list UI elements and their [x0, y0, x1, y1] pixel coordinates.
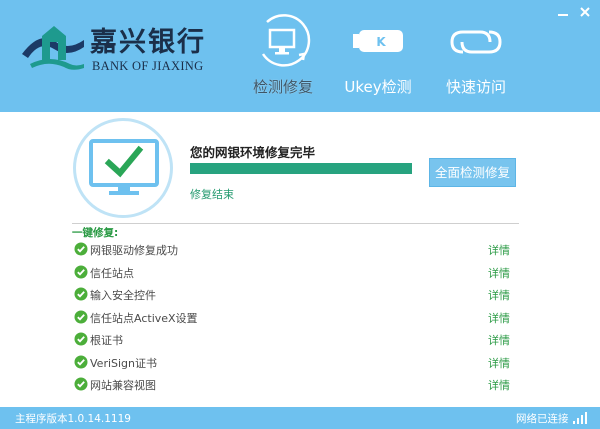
repair-item: 信任站点 详情: [72, 262, 520, 284]
signal-icon: [573, 412, 587, 424]
repair-item: 根证书 详情: [72, 329, 520, 351]
nav-ukey-detect[interactable]: K Ukey检测: [338, 14, 418, 104]
version-text: 主程序版本1.0.14.1119: [15, 413, 131, 425]
repair-item-detail-link[interactable]: 详情: [488, 332, 510, 348]
check-circle-icon: [74, 355, 88, 368]
repair-item: 信任站点ActiveX设置 详情: [72, 307, 520, 329]
repair-item-label: VeriSign证书: [90, 356, 158, 370]
repair-item-detail-link[interactable]: 详情: [488, 242, 510, 258]
svg-text:K: K: [376, 35, 386, 49]
status-title: 您的网银环境修复完毕: [190, 145, 316, 160]
nav-ukey-detect-label: Ukey检测: [344, 78, 412, 96]
bank-name-cn: 嘉兴银行: [90, 27, 206, 58]
repair-item-label: 信任站点: [90, 266, 134, 280]
monitor-refresh-icon: [261, 14, 311, 67]
check-circle-icon: [74, 332, 88, 346]
bank-name-en: BANK OF JIAXING: [92, 59, 204, 73]
repair-section-title: 一键修复:: [72, 227, 119, 239]
repair-item-label: 根证书: [90, 334, 123, 347]
repair-item-label: 网银驱动修复成功: [90, 244, 178, 257]
nav-quick-access-label: 快速访问: [445, 78, 506, 96]
monitor-check-icon: [89, 139, 159, 195]
status-subtitle: 修复结束: [190, 188, 234, 201]
repair-item-label: 信任站点ActiveX设置: [90, 311, 198, 325]
repair-item: 输入安全控件 详情: [72, 284, 520, 306]
repair-item-detail-link[interactable]: 详情: [488, 310, 510, 326]
repair-item: 网站兼容视图 详情: [72, 374, 520, 396]
status-footer: 主程序版本1.0.14.1119 网络已连接: [0, 407, 600, 429]
full-detect-repair-button[interactable]: 全面检测修复: [429, 158, 516, 187]
brand: 嘉兴银行 BANK OF JIAXING: [20, 20, 220, 80]
repair-item-detail-link[interactable]: 详情: [488, 377, 510, 393]
check-circle-icon: [74, 242, 88, 256]
ukey-icon: K: [353, 30, 403, 52]
repair-item-detail-link[interactable]: 详情: [488, 287, 510, 303]
repair-item-label: 输入安全控件: [90, 289, 156, 302]
nav-detect-repair[interactable]: 检测修复: [243, 14, 323, 104]
nav-quick-access[interactable]: 快速访问: [436, 14, 516, 104]
repair-progress-bar: [190, 163, 412, 174]
section-divider: [72, 223, 519, 224]
bank-logo-icon: [22, 26, 84, 70]
repair-item-detail-link[interactable]: 详情: [488, 355, 510, 371]
link-icon: [450, 30, 502, 54]
nav-detect-repair-label: 检测修复: [252, 78, 313, 96]
repair-item: VeriSign证书 详情: [72, 352, 520, 374]
check-circle-icon: [74, 377, 88, 391]
check-circle-icon: [74, 287, 88, 301]
check-circle-icon: [74, 310, 88, 323]
network-status-text: 网络已连接: [516, 413, 569, 425]
header-bar: 嘉兴银行 BANK OF JIAXING 检测修复 K Ukey检测 快速访问: [0, 0, 600, 112]
close-icon[interactable]: [578, 5, 592, 19]
repair-progress-fill: [190, 163, 412, 174]
repair-item-detail-link[interactable]: 详情: [488, 265, 510, 281]
repair-item: 网银驱动修复成功 详情: [72, 239, 520, 261]
minimize-icon[interactable]: [556, 5, 570, 19]
repair-item-label: 网站兼容视图: [90, 379, 156, 392]
check-circle-icon: [74, 265, 88, 278]
status-monitor: [73, 118, 173, 218]
